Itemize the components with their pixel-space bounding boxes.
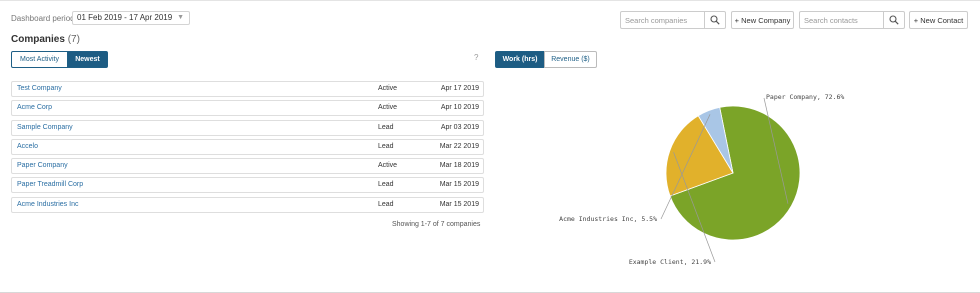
pie-slice-label: Example Client, 21.9% — [629, 258, 711, 266]
pie-slice-label: Acme Industries Inc, 5.5% — [559, 215, 657, 223]
pie-slice-label: Paper Company, 72.6% — [766, 93, 844, 101]
pie-chart: Paper Company, 72.6% Example Client, 21.9… — [559, 93, 844, 266]
